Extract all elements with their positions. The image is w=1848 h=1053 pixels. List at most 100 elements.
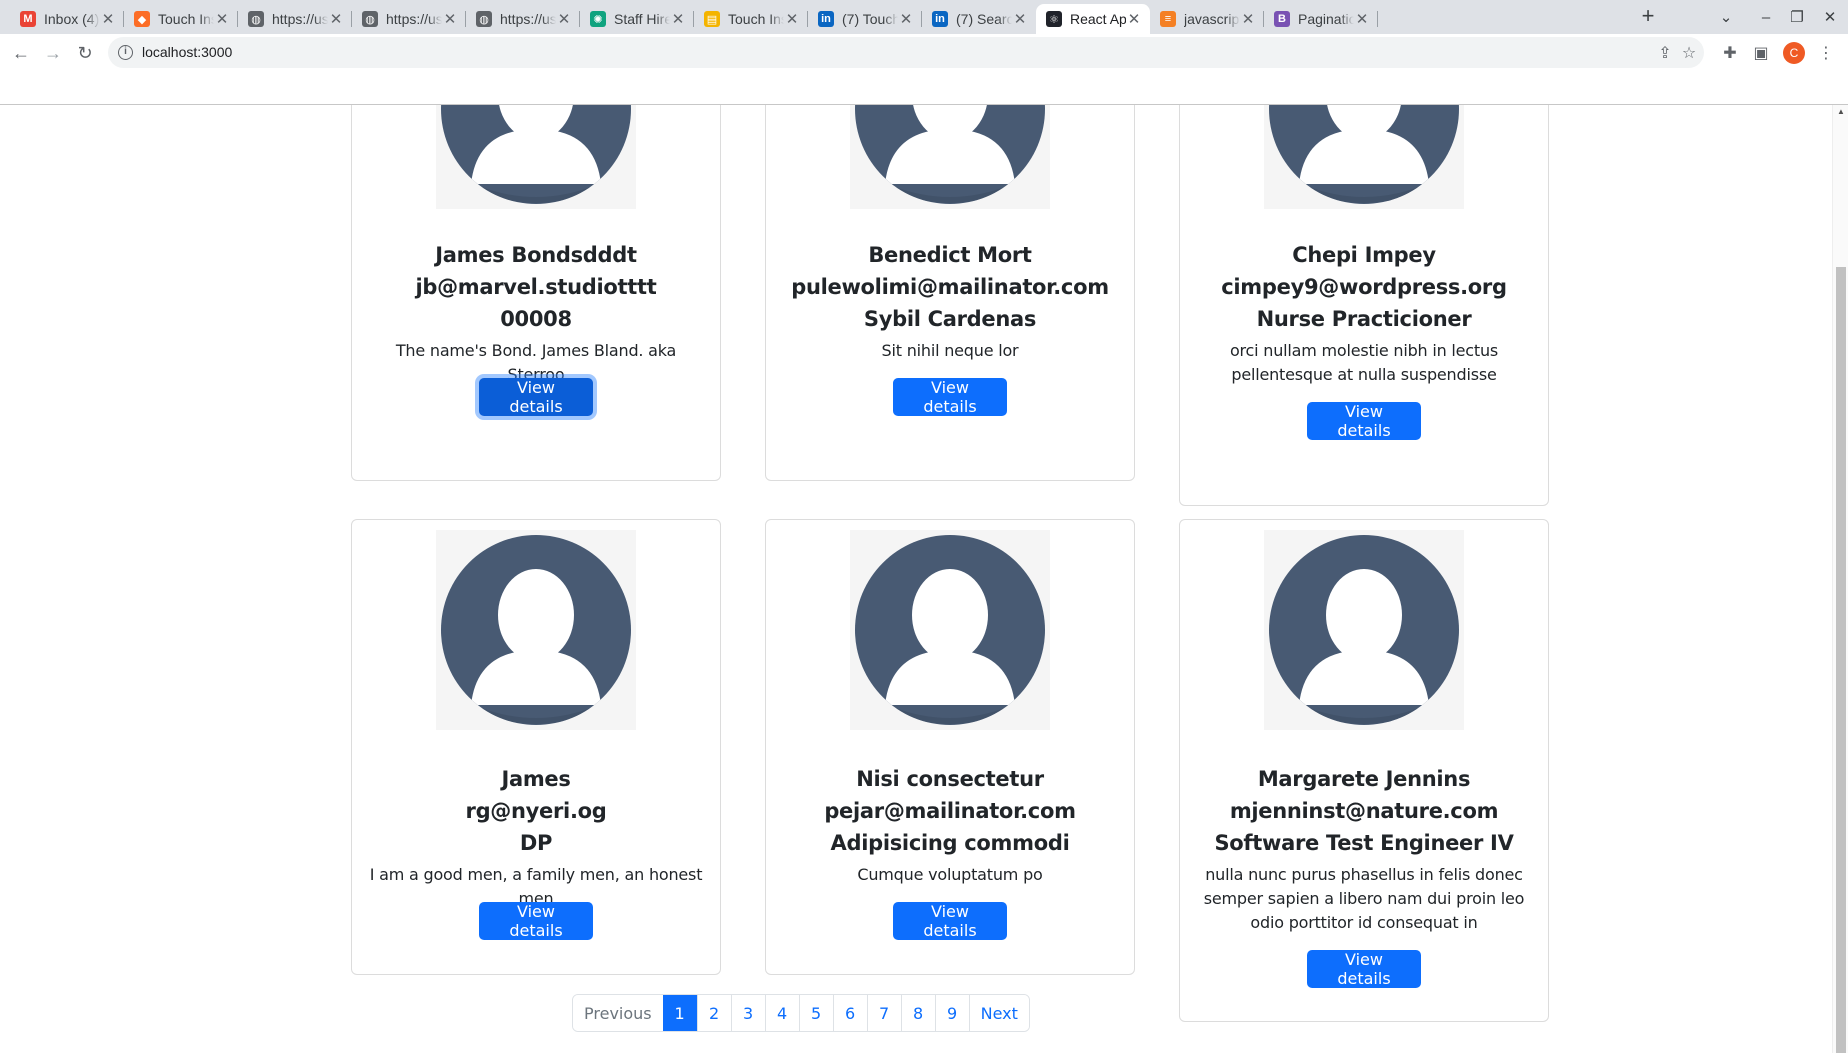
url-text[interactable]: localhost:3000 xyxy=(142,44,232,60)
person-role: Adipisicing commodi xyxy=(830,831,1070,855)
tab-title: https://us xyxy=(272,11,328,27)
tab-close-icon[interactable]: ✕ xyxy=(556,10,572,28)
scroll-up-arrow-icon[interactable]: ▲ xyxy=(1837,107,1845,116)
tab-close-icon[interactable]: ✕ xyxy=(670,10,686,28)
view-details-button[interactable]: View details xyxy=(893,378,1007,416)
bookmark-star-icon[interactable]: ☆ xyxy=(1680,44,1698,62)
back-icon[interactable]: ← xyxy=(10,42,32,64)
pagination-previous[interactable]: Previous xyxy=(573,995,663,1031)
bootstrap-icon: B xyxy=(1274,11,1290,27)
new-tab-button[interactable]: + xyxy=(1636,5,1660,29)
browser-tab[interactable]: ▤ Touch Insp✕ xyxy=(694,4,808,34)
tab-title: React App xyxy=(1070,11,1126,27)
tab-title: https://us xyxy=(386,11,442,27)
person-name: Benedict Mort xyxy=(868,243,1032,267)
browser-tab[interactable]: ✺ Staff Hire ✕ xyxy=(580,4,694,34)
tab-close-icon[interactable]: ✕ xyxy=(214,10,230,28)
tab-close-icon[interactable]: ✕ xyxy=(898,10,914,28)
tab-close-icon[interactable]: ✕ xyxy=(1240,10,1256,28)
pagination-next[interactable]: Next xyxy=(968,995,1029,1031)
page-scrollbar[interactable]: ▲ xyxy=(1832,105,1848,1053)
person-name: Chepi Impey xyxy=(1292,243,1436,267)
profile-photo xyxy=(436,530,636,730)
pagination-page[interactable]: 9 xyxy=(934,995,969,1031)
tab-close-icon[interactable]: ✕ xyxy=(442,10,458,28)
view-details-button[interactable]: View details xyxy=(479,378,593,416)
pagination-page[interactable]: 7 xyxy=(866,995,901,1031)
tab-separator xyxy=(1377,11,1378,27)
browser-tab[interactable]: M Inbox (4) -✕ xyxy=(10,4,124,34)
react-icon: ⚛ xyxy=(1046,11,1062,27)
tab-close-icon[interactable]: ✕ xyxy=(1012,10,1028,28)
person-email: pejar@mailinator.com xyxy=(824,799,1076,823)
tab-close-icon[interactable]: ✕ xyxy=(1126,10,1142,28)
avatar-placeholder-icon xyxy=(1269,535,1459,725)
person-email: jb@marvel.studiotttt xyxy=(415,275,657,299)
profile-card: Benedict Mort pulewolimi@mailinator.com Sy… xyxy=(765,105,1135,481)
pagination-page[interactable]: 8 xyxy=(900,995,935,1031)
restore-icon[interactable]: ❐ xyxy=(1779,0,1815,34)
tab-close-icon[interactable]: ✕ xyxy=(328,10,344,28)
doc-icon: ▤ xyxy=(704,11,720,27)
person-email: cimpey9@wordpress.org xyxy=(1221,275,1507,299)
person-email: rg@nyeri.og xyxy=(465,799,607,823)
avatar-placeholder-icon xyxy=(441,105,631,204)
extensions-icon[interactable]: ✚ xyxy=(1720,43,1740,63)
gitlab-icon: ◆ xyxy=(134,11,150,27)
address-bar[interactable]: i localhost:3000 ⇪ ☆ xyxy=(108,37,1704,68)
browser-tab[interactable]: ≡ javascript ✕ xyxy=(1150,4,1264,34)
reload-icon[interactable]: ↻ xyxy=(74,42,96,64)
tab-title: Touch Insp xyxy=(158,11,214,27)
tab-close-icon[interactable]: ✕ xyxy=(784,10,800,28)
person-description: Cumque voluptatum po xyxy=(857,865,1043,884)
browser-tab[interactable]: ◆ Touch Insp✕ xyxy=(124,4,238,34)
menu-icon[interactable]: ⋮ xyxy=(1816,43,1836,63)
person-name: James xyxy=(501,767,571,791)
browser-tab[interactable]: ⚛ React App✕ xyxy=(1036,4,1150,34)
pagination-page[interactable]: 3 xyxy=(730,995,765,1031)
browser-tab[interactable]: ◍ https://us ✕ xyxy=(352,4,466,34)
close-window-icon[interactable]: ✕ xyxy=(1812,0,1848,34)
person-email: pulewolimi@mailinator.com xyxy=(791,275,1109,299)
pagination-page[interactable]: 2 xyxy=(696,995,731,1031)
browser-tab[interactable]: in (7) Touch I✕ xyxy=(808,4,922,34)
tab-search-icon[interactable]: ⌄ xyxy=(1708,0,1744,34)
view-details-button[interactable]: View details xyxy=(1307,402,1421,440)
scrollbar-thumb[interactable] xyxy=(1836,267,1846,1053)
view-details-button[interactable]: View details xyxy=(893,902,1007,940)
tab-close-icon[interactable]: ✕ xyxy=(1354,10,1370,28)
tab-title: Touch Insp xyxy=(728,11,784,27)
forward-icon[interactable]: → xyxy=(42,42,64,64)
chatgpt-icon: ✺ xyxy=(590,11,606,27)
profile-avatar[interactable]: C xyxy=(1783,42,1805,64)
browser-toolbar: ← → ↻ i localhost:3000 ⇪ ☆ ✚ ▣ C ⋮ xyxy=(0,34,1848,72)
pagination-page[interactable]: 6 xyxy=(832,995,867,1031)
browser-tab[interactable]: ◍ https://us ✕ xyxy=(466,4,580,34)
profile-photo xyxy=(1264,530,1464,730)
profile-card: Chepi Impey cimpey9@wordpress.org Nurse Pr… xyxy=(1179,105,1549,506)
view-details-button[interactable]: View details xyxy=(1307,950,1421,988)
person-email: mjenninst@nature.com xyxy=(1229,799,1499,823)
share-icon[interactable]: ⇪ xyxy=(1656,44,1674,62)
tab-title: Staff Hire xyxy=(614,11,670,27)
side-panel-icon[interactable]: ▣ xyxy=(1751,43,1771,63)
person-description: orci nullam molestie nibh in lectus pell… xyxy=(1229,341,1499,384)
browser-tab[interactable]: B Paginatior✕ xyxy=(1264,4,1378,34)
tab-title: (7) Search xyxy=(956,11,1012,27)
person-role: Software Test Engineer IV xyxy=(1214,831,1514,855)
tab-title: Inbox (4) - xyxy=(44,11,100,27)
site-info-icon[interactable]: i xyxy=(118,45,133,60)
tab-title: javascript xyxy=(1184,11,1240,27)
tab-title: (7) Touch I xyxy=(842,11,898,27)
pagination-page[interactable]: 4 xyxy=(764,995,799,1031)
linkedin-icon: in xyxy=(818,11,834,27)
stackoverflow-icon: ≡ xyxy=(1160,11,1176,27)
view-details-button[interactable]: View details xyxy=(479,902,593,940)
tab-close-icon[interactable]: ✕ xyxy=(100,10,116,28)
profile-photo xyxy=(850,105,1050,209)
browser-tab[interactable]: ◍ https://us ✕ xyxy=(238,4,352,34)
pagination-page[interactable]: 1 xyxy=(662,995,697,1031)
person-role: DP xyxy=(519,831,553,855)
pagination-page[interactable]: 5 xyxy=(798,995,833,1031)
browser-tab[interactable]: in (7) Search✕ xyxy=(922,4,1036,34)
